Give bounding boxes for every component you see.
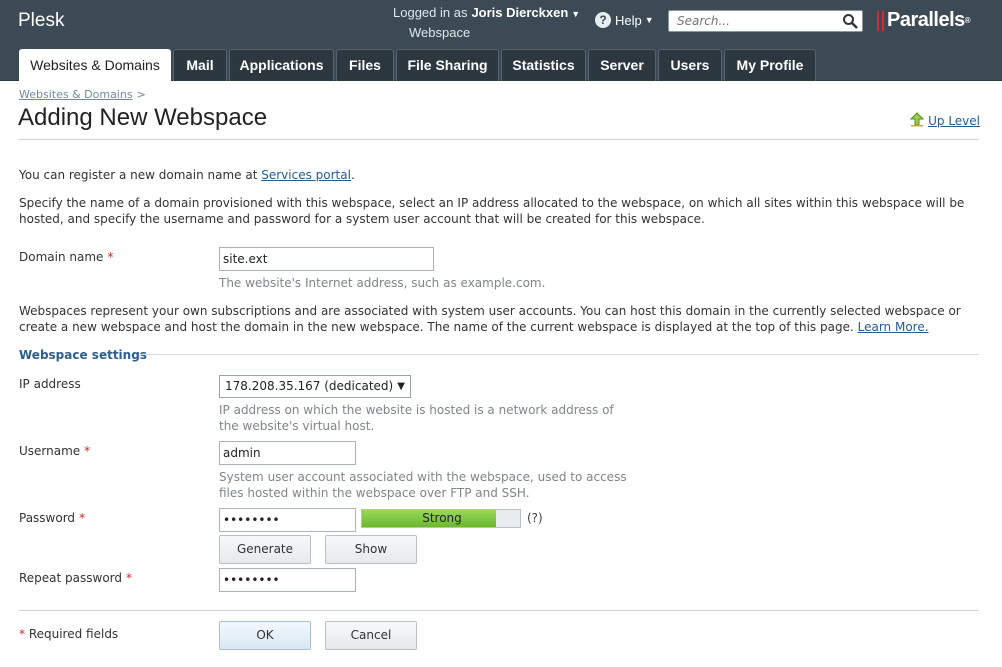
section-divider bbox=[140, 354, 979, 355]
password-strength-text: Strong bbox=[422, 511, 462, 525]
domain-name-hint: The website's Internet address, such as … bbox=[219, 276, 546, 290]
strength-help-link[interactable]: (?) bbox=[527, 511, 543, 525]
search-input[interactable] bbox=[669, 11, 839, 31]
breadcrumb-separator: > bbox=[136, 88, 146, 101]
breadcrumb-link[interactable]: Websites & Domains bbox=[19, 88, 133, 101]
tab-my-profile[interactable]: My Profile bbox=[724, 49, 816, 81]
vendor-name: Parallels bbox=[887, 9, 965, 31]
password-label-text: Password bbox=[19, 511, 76, 525]
logged-in-label: Logged in as bbox=[393, 5, 468, 20]
search-box bbox=[668, 10, 863, 32]
webspace-context: Webspace bbox=[409, 25, 471, 40]
username-hint-line-2: files hosted within the webspace over FT… bbox=[219, 486, 530, 500]
tab-users[interactable]: Users bbox=[658, 49, 722, 81]
tab-mail[interactable]: Mail bbox=[173, 49, 227, 81]
parallels-bars-icon bbox=[877, 10, 884, 31]
magnifier-icon[interactable] bbox=[842, 13, 858, 32]
required-asterisk: * bbox=[107, 250, 114, 264]
top-header: Plesk Logged in as Joris Dierckxen ▼ Websp… bbox=[0, 0, 1002, 46]
required-asterisk: * bbox=[126, 571, 133, 585]
domain-name-label-text: Domain name bbox=[19, 250, 104, 264]
ip-address-select[interactable]: 178.208.35.167 (dedicated) ▼ bbox=[219, 375, 411, 398]
password-field[interactable] bbox=[219, 508, 356, 532]
dropdown-arrow-icon[interactable]: ▼ bbox=[397, 376, 405, 397]
username-hint-line-1: System user account associated with the … bbox=[219, 470, 627, 484]
repeat-password-label: Repeat password * bbox=[19, 571, 132, 585]
services-portal-link[interactable]: Services portal bbox=[261, 168, 351, 182]
username-hint: System user account associated with the … bbox=[219, 469, 627, 501]
help-label[interactable]: Help bbox=[615, 13, 642, 28]
tab-statistics[interactable]: Statistics bbox=[501, 49, 586, 81]
main-content: Websites & Domains > Adding New Webspace … bbox=[0, 81, 1002, 667]
required-asterisk: * bbox=[84, 444, 91, 458]
webspaces-note-text: Webspaces represent your own subscriptio… bbox=[19, 304, 961, 334]
required-fields-note: * Required fields bbox=[19, 627, 118, 641]
help-menu[interactable]: ? Help ▼ bbox=[595, 12, 654, 28]
up-level-label[interactable]: Up Level bbox=[928, 114, 980, 128]
webspace-settings-heading: Webspace settings bbox=[19, 348, 147, 362]
username-label: Username * bbox=[19, 444, 90, 458]
repeat-password-label-text: Repeat password bbox=[19, 571, 123, 585]
generate-button[interactable]: Generate bbox=[219, 535, 311, 564]
tab-files[interactable]: Files bbox=[336, 49, 394, 81]
chevron-down-icon[interactable]: ▼ bbox=[571, 9, 580, 19]
tab-file-sharing[interactable]: File Sharing bbox=[396, 49, 499, 81]
intro-text: You can register a new domain name at Se… bbox=[19, 167, 355, 183]
ip-hint-line-2: the website's virtual host. bbox=[219, 419, 375, 433]
breadcrumb: Websites & Domains > bbox=[19, 88, 146, 101]
main-nav: Websites & Domains Mail Applications Fil… bbox=[0, 46, 1002, 81]
tab-websites-domains[interactable]: Websites & Domains bbox=[19, 49, 171, 81]
ip-address-hint: IP address on which the website is hoste… bbox=[219, 402, 614, 434]
up-level-link[interactable]: Up Level bbox=[909, 112, 980, 130]
form-divider bbox=[19, 610, 979, 611]
cancel-button[interactable]: Cancel bbox=[325, 621, 417, 650]
user-menu[interactable]: Logged in as Joris Dierckxen ▼ Webspace bbox=[393, 4, 580, 41]
domain-name-label: Domain name * bbox=[19, 250, 113, 264]
domain-name-field[interactable] bbox=[219, 247, 434, 271]
tab-server[interactable]: Server bbox=[588, 49, 656, 81]
learn-more-link[interactable]: Learn More. bbox=[858, 320, 929, 334]
registered-mark: ® bbox=[964, 16, 971, 25]
webspaces-note: Webspaces represent your own subscriptio… bbox=[19, 303, 981, 335]
intro-suffix: . bbox=[350, 168, 355, 182]
parallels-logo: Parallels ® bbox=[877, 9, 971, 32]
plesk-logo[interactable]: Plesk bbox=[18, 10, 64, 32]
password-strength-meter: Strong bbox=[361, 509, 521, 528]
username-field[interactable] bbox=[219, 441, 356, 465]
tab-applications[interactable]: Applications bbox=[229, 49, 334, 81]
ip-hint-line-1: IP address on which the website is hoste… bbox=[219, 403, 614, 417]
required-fields-note-text: * Required fields bbox=[19, 627, 119, 641]
password-label: Password * bbox=[19, 511, 85, 525]
username-label-text: Username bbox=[19, 444, 81, 458]
show-button[interactable]: Show bbox=[325, 535, 417, 564]
title-divider bbox=[19, 139, 979, 140]
required-asterisk: * bbox=[79, 511, 86, 525]
repeat-password-field[interactable] bbox=[219, 568, 356, 592]
ip-address-value: 178.208.35.167 (dedicated) bbox=[225, 379, 394, 393]
user-name[interactable]: Joris Dierckxen bbox=[471, 5, 568, 20]
folder-up-icon[interactable] bbox=[909, 112, 925, 130]
chevron-down-icon[interactable]: ▼ bbox=[645, 15, 654, 25]
description-text: Specify the name of a domain provisioned… bbox=[19, 196, 965, 226]
ok-button[interactable]: OK bbox=[219, 621, 311, 650]
question-circle-icon[interactable]: ? bbox=[595, 12, 611, 28]
page-title: Adding New Webspace bbox=[18, 104, 268, 131]
intro-prefix: You can register a new domain name at bbox=[19, 168, 258, 182]
ip-address-label: IP address bbox=[19, 377, 81, 391]
